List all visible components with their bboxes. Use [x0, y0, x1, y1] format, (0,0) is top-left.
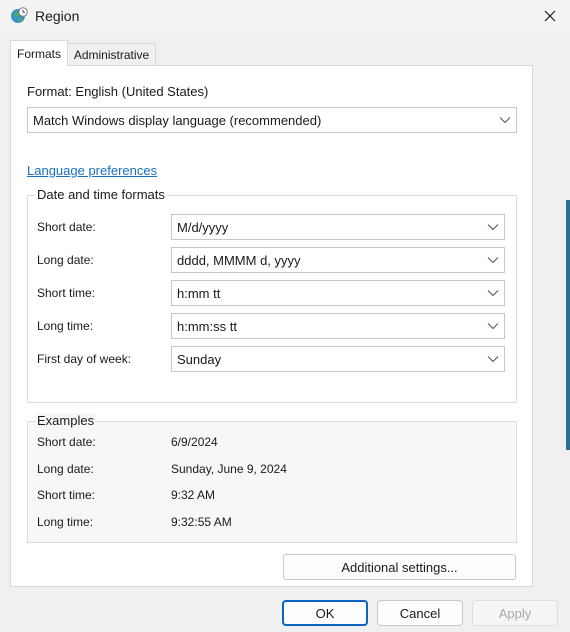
- cancel-button[interactable]: Cancel: [377, 600, 463, 626]
- chevron-down-icon: [487, 257, 499, 264]
- short-date-value: M/d/yyyy: [177, 219, 229, 235]
- short-date-dropdown[interactable]: M/d/yyyy: [171, 214, 505, 240]
- examples-title: Examples: [35, 413, 97, 428]
- additional-settings-button[interactable]: Additional settings...: [283, 554, 516, 580]
- short-time-label: Short time:: [37, 286, 96, 300]
- format-dropdown-value: Match Windows display language (recommen…: [33, 112, 322, 128]
- first-day-of-week-value: Sunday: [177, 351, 222, 367]
- close-button[interactable]: [533, 1, 567, 31]
- example-short-date-label: Short date:: [37, 435, 96, 449]
- date-time-formats-title: Date and time formats: [35, 187, 167, 202]
- globe-clock-icon: [11, 7, 28, 23]
- first-day-of-week-label: First day of week:: [37, 352, 132, 366]
- window-title: Region: [35, 8, 80, 24]
- formats-panel: Format: English (United States) Match Wi…: [10, 65, 533, 587]
- tab-formats[interactable]: Formats: [10, 40, 68, 66]
- ok-button[interactable]: OK: [282, 600, 368, 626]
- example-short-time-value: 9:32 AM: [171, 488, 216, 502]
- example-long-time-value: 9:32:55 AM: [171, 515, 232, 529]
- tab-administrative[interactable]: Administrative: [68, 43, 156, 65]
- title-bar: Region: [0, 0, 570, 34]
- example-long-date-label: Long date:: [37, 462, 94, 476]
- format-dropdown[interactable]: Match Windows display language (recommen…: [27, 107, 517, 133]
- examples-group: [27, 421, 517, 543]
- example-long-time-label: Long time:: [37, 515, 94, 529]
- apply-button[interactable]: Apply: [472, 600, 558, 626]
- long-time-value: h:mm:ss tt: [177, 318, 237, 334]
- long-date-dropdown[interactable]: dddd, MMMM d, yyyy: [171, 247, 505, 273]
- chevron-down-icon: [487, 290, 499, 297]
- chevron-down-icon: [499, 117, 511, 124]
- first-day-of-week-dropdown[interactable]: Sunday: [171, 346, 505, 372]
- short-time-dropdown[interactable]: h:mm tt: [171, 280, 505, 306]
- short-time-value: h:mm tt: [177, 285, 221, 301]
- long-date-label: Long date:: [37, 253, 94, 267]
- long-date-value: dddd, MMMM d, yyyy: [177, 252, 301, 268]
- language-preferences-link[interactable]: Language preferences: [27, 163, 157, 178]
- chevron-down-icon: [487, 323, 499, 330]
- region-dialog: Region Formats Administrative Format: En…: [0, 0, 570, 632]
- chevron-down-icon: [487, 224, 499, 231]
- example-short-time-label: Short time:: [37, 488, 96, 502]
- example-short-date-value: 6/9/2024: [171, 435, 218, 449]
- format-label: Format: English (United States): [27, 84, 209, 99]
- long-time-label: Long time:: [37, 319, 94, 333]
- background-window-edge: [566, 200, 570, 450]
- close-icon: [544, 10, 556, 22]
- example-long-date-value: Sunday, June 9, 2024: [171, 462, 287, 476]
- chevron-down-icon: [487, 356, 499, 363]
- long-time-dropdown[interactable]: h:mm:ss tt: [171, 313, 505, 339]
- short-date-label: Short date:: [37, 220, 96, 234]
